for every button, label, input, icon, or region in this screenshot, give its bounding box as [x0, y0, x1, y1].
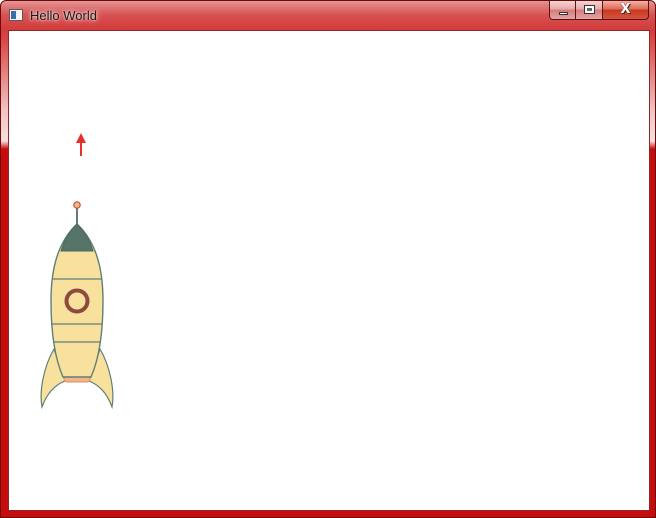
window-app-icon[interactable] [9, 9, 23, 21]
title-bar[interactable]: Hello World X [1, 1, 655, 30]
close-icon: X [620, 2, 631, 17]
rocket-icon [40, 201, 114, 410]
minimize-icon [559, 12, 568, 15]
caption-buttons: X [549, 1, 649, 21]
canvas [40, 133, 114, 410]
window-title: Hello World [30, 8, 97, 23]
up-arrow-icon [76, 133, 86, 156]
client-area[interactable] [8, 30, 650, 511]
maximize-button[interactable] [576, 1, 603, 20]
app-window: Hello World X [0, 0, 656, 518]
maximize-icon [584, 5, 595, 14]
minimize-button[interactable] [549, 1, 576, 20]
close-button[interactable]: X [603, 1, 649, 20]
